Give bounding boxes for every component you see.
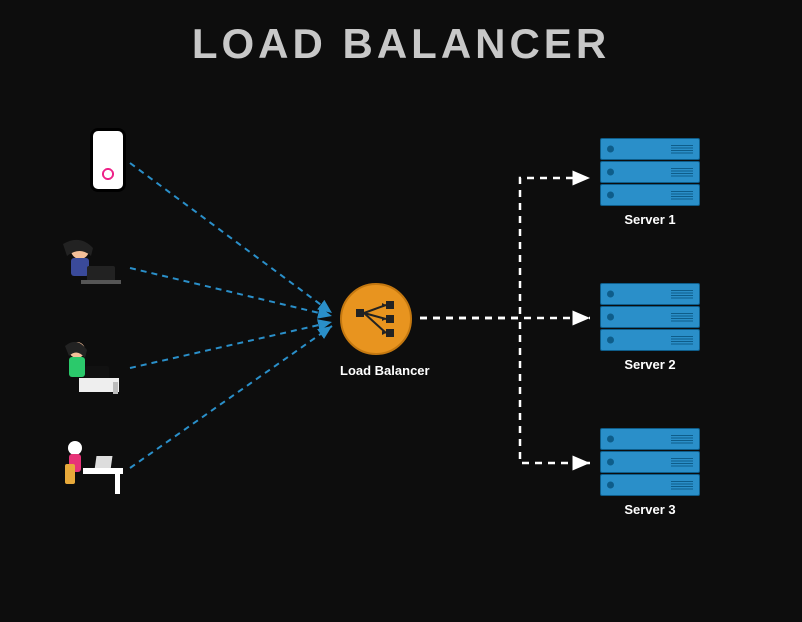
person-desk-icon	[55, 438, 125, 498]
server-3: Server 3	[600, 428, 700, 517]
person-laptop-icon	[55, 238, 125, 298]
page-title: LOAD BALANCER	[0, 20, 802, 68]
load-balancer-node: Load Balancer	[340, 283, 430, 378]
load-balancer-icon	[340, 283, 412, 355]
diagram-canvas: Load Balancer Server 1 Server 2 Server 3	[0, 68, 802, 588]
client-user-2	[55, 338, 115, 398]
server-icon	[600, 283, 700, 351]
server-2-label: Server 2	[600, 357, 700, 372]
server-3-label: Server 3	[600, 502, 700, 517]
load-balancer-label: Load Balancer	[340, 363, 430, 378]
server-2: Server 2	[600, 283, 700, 372]
server-icon	[600, 428, 700, 496]
phone-icon	[90, 128, 126, 192]
client-user-3	[55, 438, 115, 498]
person-laptop-icon	[55, 338, 125, 398]
client-user-1	[55, 238, 115, 298]
client-phone	[90, 128, 150, 188]
server-1-label: Server 1	[600, 212, 700, 227]
server-icon	[600, 138, 700, 206]
server-1: Server 1	[600, 138, 700, 227]
